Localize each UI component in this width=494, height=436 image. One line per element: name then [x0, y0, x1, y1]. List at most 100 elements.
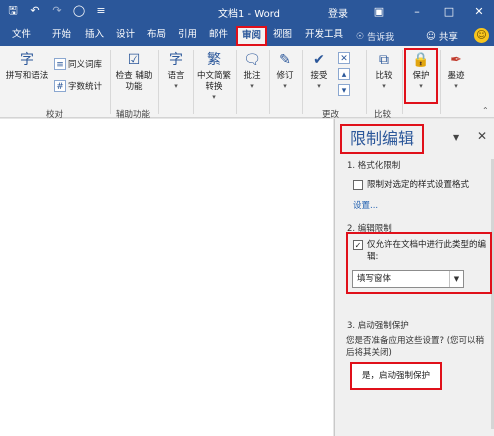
limit-formatting-checkbox-row[interactable]: 限制对选定的样式设置格式 [353, 179, 469, 191]
share-button[interactable]: ☺ 共享 [426, 29, 458, 44]
start-enforcing-button[interactable]: 是，启动强制保护 [350, 362, 442, 390]
chevron-down-icon: ▾ [212, 93, 216, 101]
previous-change-button[interactable]: ▴ [338, 68, 350, 80]
tab-developer[interactable]: 开发工具 [302, 28, 346, 44]
ribbon-divider [402, 50, 403, 114]
undo-icon[interactable]: ↶ [28, 4, 42, 18]
share-label: 共享 [438, 32, 458, 43]
track-changes-icon: ✎ [279, 52, 291, 68]
spelling-label: 拼写和语法 [5, 71, 49, 81]
check-accessibility-button[interactable]: ☑ 检查 辅助功能 [114, 50, 154, 93]
language-button[interactable]: 字 语言 ▾ [162, 50, 190, 90]
tracking-label: 修订 [276, 71, 294, 81]
chevron-down-icon: ▾ [382, 82, 386, 90]
customize-qat-icon[interactable]: ≡ [94, 4, 108, 18]
conversion-icon: 繁 [207, 52, 221, 68]
title-bar: 🖫 ↶ ↷ ◯ ≡ 文档1 - Word 登录 ▣ – □ ✕ [0, 0, 494, 24]
ribbon-display-icon[interactable]: ▣ [370, 3, 388, 21]
chevron-down-icon: ▾ [454, 82, 458, 90]
tab-design[interactable]: 设计 [113, 28, 138, 44]
thesaurus-icon: ≡ [54, 58, 66, 70]
comments-button[interactable]: 🗨 批注 ▾ [238, 50, 266, 90]
word-count-button[interactable]: # 字数统计 [54, 80, 102, 92]
ribbon-divider [302, 50, 303, 114]
chevron-down-icon: ▾ [283, 82, 287, 90]
save-icon[interactable]: 🖫 [6, 4, 20, 18]
reject-button[interactable]: ✕ [338, 52, 350, 64]
ribbon-divider [236, 50, 237, 114]
pane-close-icon[interactable]: ✕ [477, 129, 487, 143]
pane-options-icon[interactable]: ▼ [453, 133, 459, 142]
ribbon-divider [158, 50, 159, 114]
ribbon-divider [366, 50, 367, 114]
enforcement-prompt: 您是否准备应用这些设置? (您可以稍后将其关闭) [346, 336, 485, 358]
tab-home[interactable]: 开始 [49, 28, 74, 44]
accept-button[interactable]: ✔ 接受 ▾ [304, 50, 334, 90]
editing-type-value: 填写窗体 [357, 274, 392, 284]
next-icon: ▾ [338, 84, 350, 96]
document-canvas[interactable] [0, 119, 333, 436]
editing-type-dropdown[interactable]: 填写窗体 ▼ [352, 270, 464, 288]
spelling-grammar-button[interactable]: 字 拼写和语法 [4, 50, 50, 82]
feedback-smiley-icon[interactable]: ☺ [474, 28, 489, 43]
quick-access-toolbar: 🖫 ↶ ↷ ◯ ≡ [6, 4, 108, 18]
accept-icon: ✔ [313, 52, 325, 68]
tab-view[interactable]: 视图 [270, 28, 295, 44]
maximize-icon[interactable]: □ [440, 3, 458, 21]
close-icon[interactable]: ✕ [470, 3, 488, 21]
comments-label: 批注 [243, 71, 261, 81]
limit-formatting-label: 限制对选定的样式设置格式 [367, 180, 470, 190]
chevron-down-icon: ▾ [317, 82, 321, 90]
language-icon: 字 [169, 52, 183, 68]
ink-button[interactable]: ✒ 墨迹 ▾ [442, 50, 470, 90]
next-change-button[interactable]: ▾ [338, 84, 350, 96]
login-link[interactable]: 登录 [328, 5, 348, 20]
chinese-conversion-button[interactable]: 繁 中文简繁 转换 ▾ [195, 50, 233, 101]
thesaurus-button[interactable]: ≡ 同义词库 [54, 58, 102, 70]
chevron-down-icon: ▾ [174, 82, 178, 90]
word-count-icon: # [54, 80, 66, 92]
tell-me-label: 告诉我 [367, 33, 395, 43]
window-title: 文档1 - Word [218, 9, 281, 20]
tracking-button[interactable]: ✎ 修订 ▾ [271, 50, 299, 90]
ink-icon: ✒ [450, 52, 462, 68]
protect-highlight [404, 48, 438, 104]
ink-label: 墨迹 [447, 71, 465, 81]
spelling-icon: 字 [20, 52, 34, 68]
tell-me-box[interactable]: ☉ 告诉我 [356, 30, 395, 44]
thesaurus-label: 同义词库 [68, 60, 103, 70]
lightbulb-icon: ☉ [356, 31, 365, 42]
comment-icon: 🗨 [243, 52, 261, 68]
tab-references[interactable]: 引用 [175, 28, 200, 44]
chevron-up-icon: ⌃ [482, 106, 489, 115]
conversion-label: 中文简繁 [196, 71, 231, 81]
chevron-down-icon[interactable]: ▼ [449, 271, 463, 287]
minimize-icon[interactable]: – [408, 3, 426, 21]
compare-icon: ⧉ [379, 52, 389, 68]
ribbon-divider [269, 50, 270, 114]
accept-label: 接受 [310, 71, 328, 81]
tab-mailings[interactable]: 邮件 [206, 28, 231, 44]
check-label: 检查 [115, 71, 133, 81]
person-icon: ☺ [426, 30, 436, 42]
compare-button[interactable]: ⧉ 比较 ▾ [368, 50, 400, 90]
ribbon-tab-bar: 文件 开始 插入 设计 布局 引用 邮件 审阅 视图 开发工具 ☉ 告诉我 ☺ … [0, 24, 494, 46]
accessibility-check-icon: ☑ [127, 52, 141, 68]
circle-icon[interactable]: ◯ [72, 4, 86, 18]
chevron-down-icon: ▾ [250, 82, 254, 90]
redo-icon[interactable]: ↷ [50, 4, 64, 18]
tab-insert[interactable]: 插入 [82, 28, 107, 44]
tab-review[interactable]: 审阅 [236, 26, 268, 46]
settings-link[interactable]: 设置... [353, 199, 378, 211]
conversion-label-2: 转换 [205, 82, 223, 92]
collapse-ribbon-button[interactable]: ⌃ [482, 106, 489, 115]
previous-icon: ▴ [338, 68, 350, 80]
limit-formatting-checkbox[interactable] [353, 180, 363, 190]
compare-label: 比较 [375, 71, 393, 81]
start-enforcement-heading: 3. 启动强制保护 [347, 321, 409, 331]
reject-icon: ✕ [338, 52, 350, 64]
tab-layout[interactable]: 布局 [144, 28, 169, 44]
formatting-restrictions-heading: 1. 格式化限制 [347, 161, 401, 171]
tab-file[interactable]: 文件 [9, 28, 34, 44]
word-count-label: 字数统计 [68, 82, 103, 92]
